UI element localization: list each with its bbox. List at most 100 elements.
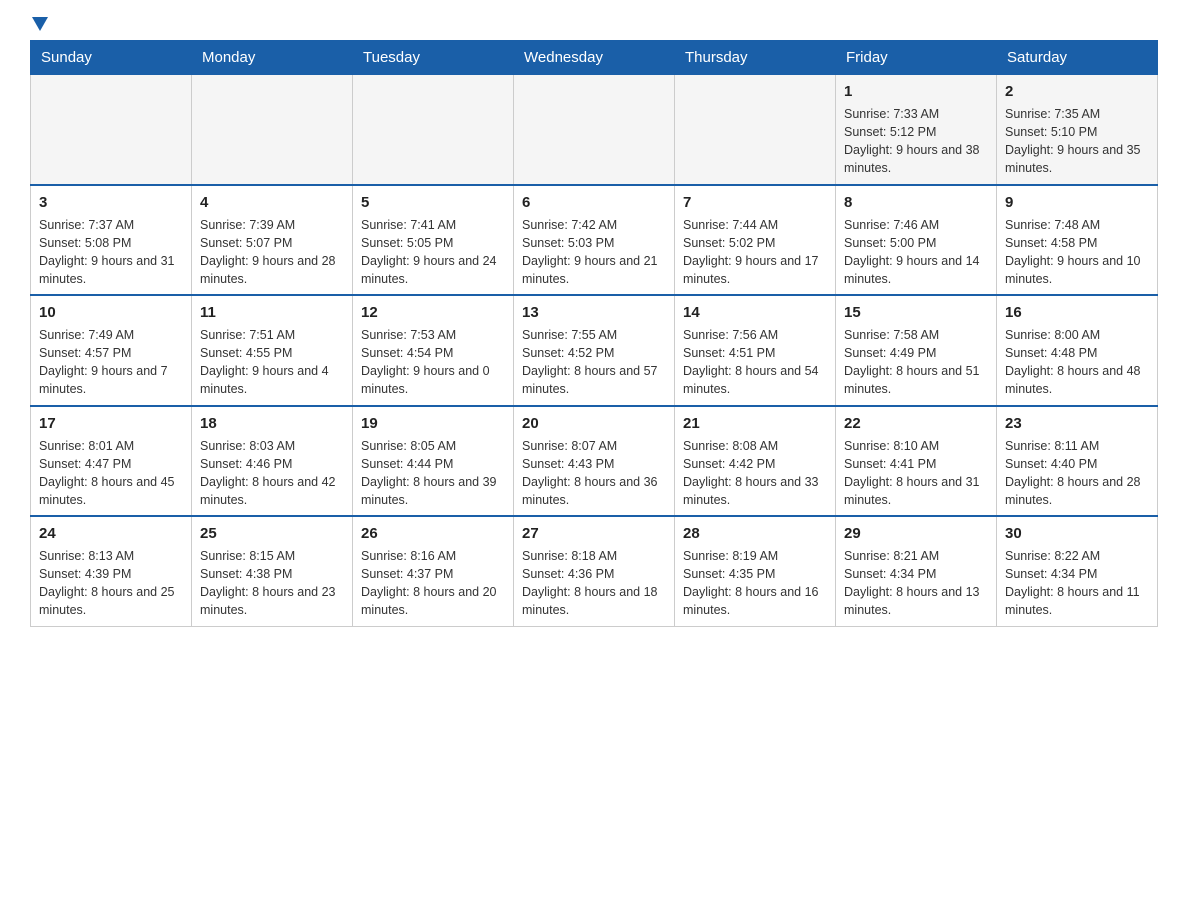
calendar-cell: 14 Sunrise: 7:56 AMSunset: 4:51 PMDayligh…	[675, 295, 836, 406]
calendar-cell: 28 Sunrise: 8:19 AMSunset: 4:35 PMDayligh…	[675, 516, 836, 626]
calendar-cell: 15 Sunrise: 7:58 AMSunset: 4:49 PMDayligh…	[836, 295, 997, 406]
calendar-cell: 1Sunrise: 7:33 AMSunset: 5:12 PMDaylight…	[836, 75, 997, 185]
weekday-header-sunday: Sunday	[31, 41, 192, 75]
calendar-cell: 29 Sunrise: 8:21 AMSunset: 4:34 PMDayligh…	[836, 516, 997, 626]
calendar-cell: 3 Sunrise: 7:37 AMSunset: 5:08 PMDaylight…	[31, 185, 192, 296]
page-header	[30, 20, 1158, 30]
day-number: 25	[200, 523, 344, 544]
day-info: Sunrise: 8:11 AMSunset: 4:40 PMDaylight:…	[1005, 437, 1149, 510]
day-number: 28	[683, 523, 827, 544]
logo	[30, 20, 48, 30]
calendar-week-row: 10 Sunrise: 7:49 AMSunset: 4:57 PMDayligh…	[31, 295, 1158, 406]
calendar-cell: 8 Sunrise: 7:46 AMSunset: 5:00 PMDaylight…	[836, 185, 997, 296]
day-number: 19	[361, 413, 505, 434]
calendar-cell: 6Sunrise: 7:42 AMSunset: 5:03 PMDaylight…	[514, 185, 675, 296]
day-info: Sunrise: 7:41 AMSunset: 5:05 PMDaylight:…	[361, 216, 505, 289]
day-number: 2	[1005, 81, 1149, 102]
day-number: 3	[39, 192, 183, 213]
day-info: Sunrise: 7:44 AMSunset: 5:02 PMDaylight:…	[683, 216, 827, 289]
day-number: 20	[522, 413, 666, 434]
day-info: Sunrise: 7:55 AMSunset: 4:52 PMDaylight:…	[522, 326, 666, 399]
day-number: 8	[844, 192, 988, 213]
day-number: 23	[1005, 413, 1149, 434]
day-info: Sunrise: 8:21 AMSunset: 4:34 PMDaylight:…	[844, 547, 988, 620]
day-info: Sunrise: 7:46 AMSunset: 5:00 PMDaylight:…	[844, 216, 988, 289]
day-number: 10	[39, 302, 183, 323]
day-info: Sunrise: 8:22 AMSunset: 4:34 PMDaylight:…	[1005, 547, 1149, 620]
logo-triangle-icon	[32, 17, 48, 31]
day-number: 17	[39, 413, 183, 434]
calendar-cell: 7 Sunrise: 7:44 AMSunset: 5:02 PMDaylight…	[675, 185, 836, 296]
day-info: Sunrise: 8:15 AMSunset: 4:38 PMDaylight:…	[200, 547, 344, 620]
day-info: Sunrise: 7:56 AMSunset: 4:51 PMDaylight:…	[683, 326, 827, 399]
calendar-cell: 12 Sunrise: 7:53 AMSunset: 4:54 PMDayligh…	[353, 295, 514, 406]
day-info: Sunrise: 7:48 AMSunset: 4:58 PMDaylight:…	[1005, 216, 1149, 289]
day-info: Sunrise: 8:05 AMSunset: 4:44 PMDaylight:…	[361, 437, 505, 510]
weekday-header-thursday: Thursday	[675, 41, 836, 75]
calendar-week-row: 17 Sunrise: 8:01 AMSunset: 4:47 PMDayligh…	[31, 406, 1158, 517]
calendar-cell	[31, 75, 192, 185]
day-number: 21	[683, 413, 827, 434]
day-info: Sunrise: 8:13 AMSunset: 4:39 PMDaylight:…	[39, 547, 183, 620]
day-number: 9	[1005, 192, 1149, 213]
weekday-header-row: SundayMondayTuesdayWednesdayThursdayFrid…	[31, 41, 1158, 75]
day-number: 7	[683, 192, 827, 213]
calendar-week-row: 24 Sunrise: 8:13 AMSunset: 4:39 PMDayligh…	[31, 516, 1158, 626]
calendar-cell: 5 Sunrise: 7:41 AMSunset: 5:05 PMDaylight…	[353, 185, 514, 296]
day-info: Sunrise: 8:16 AMSunset: 4:37 PMDaylight:…	[361, 547, 505, 620]
day-number: 30	[1005, 523, 1149, 544]
day-number: 16	[1005, 302, 1149, 323]
day-info: Sunrise: 7:51 AMSunset: 4:55 PMDaylight:…	[200, 326, 344, 399]
day-info: Sunrise: 8:03 AMSunset: 4:46 PMDaylight:…	[200, 437, 344, 510]
day-number: 27	[522, 523, 666, 544]
calendar-cell	[192, 75, 353, 185]
day-info: Sunrise: 8:08 AMSunset: 4:42 PMDaylight:…	[683, 437, 827, 510]
weekday-header-saturday: Saturday	[997, 41, 1158, 75]
calendar-cell: 22Sunrise: 8:10 AMSunset: 4:41 PMDayligh…	[836, 406, 997, 517]
calendar-cell: 16Sunrise: 8:00 AMSunset: 4:48 PMDayligh…	[997, 295, 1158, 406]
day-number: 12	[361, 302, 505, 323]
calendar-cell: 2 Sunrise: 7:35 AMSunset: 5:10 PMDaylight…	[997, 75, 1158, 185]
calendar-cell: 27 Sunrise: 8:18 AMSunset: 4:36 PMDayligh…	[514, 516, 675, 626]
day-info: Sunrise: 8:18 AMSunset: 4:36 PMDaylight:…	[522, 547, 666, 620]
calendar-cell: 9 Sunrise: 7:48 AMSunset: 4:58 PMDaylight…	[997, 185, 1158, 296]
day-info: Sunrise: 8:01 AMSunset: 4:47 PMDaylight:…	[39, 437, 183, 510]
calendar-cell: 11Sunrise: 7:51 AMSunset: 4:55 PMDayligh…	[192, 295, 353, 406]
day-number: 1	[844, 81, 988, 102]
calendar-cell: 18Sunrise: 8:03 AMSunset: 4:46 PMDayligh…	[192, 406, 353, 517]
day-number: 5	[361, 192, 505, 213]
day-info: Sunrise: 8:19 AMSunset: 4:35 PMDaylight:…	[683, 547, 827, 620]
day-info: Sunrise: 7:49 AMSunset: 4:57 PMDaylight:…	[39, 326, 183, 399]
day-number: 4	[200, 192, 344, 213]
calendar-cell: 30 Sunrise: 8:22 AMSunset: 4:34 PMDayligh…	[997, 516, 1158, 626]
day-number: 22	[844, 413, 988, 434]
calendar-cell: 23 Sunrise: 8:11 AMSunset: 4:40 PMDayligh…	[997, 406, 1158, 517]
calendar-week-row: 3 Sunrise: 7:37 AMSunset: 5:08 PMDaylight…	[31, 185, 1158, 296]
day-info: Sunrise: 7:37 AMSunset: 5:08 PMDaylight:…	[39, 216, 183, 289]
calendar-cell: 26 Sunrise: 8:16 AMSunset: 4:37 PMDayligh…	[353, 516, 514, 626]
day-info: Sunrise: 7:39 AMSunset: 5:07 PMDaylight:…	[200, 216, 344, 289]
day-number: 6	[522, 192, 666, 213]
day-number: 24	[39, 523, 183, 544]
calendar-cell: 19 Sunrise: 8:05 AMSunset: 4:44 PMDayligh…	[353, 406, 514, 517]
calendar-cell: 20 Sunrise: 8:07 AMSunset: 4:43 PMDayligh…	[514, 406, 675, 517]
calendar-cell: 24 Sunrise: 8:13 AMSunset: 4:39 PMDayligh…	[31, 516, 192, 626]
calendar-cell: 13Sunrise: 7:55 AMSunset: 4:52 PMDayligh…	[514, 295, 675, 406]
day-number: 26	[361, 523, 505, 544]
day-number: 15	[844, 302, 988, 323]
weekday-header-tuesday: Tuesday	[353, 41, 514, 75]
weekday-header-wednesday: Wednesday	[514, 41, 675, 75]
day-info: Sunrise: 7:53 AMSunset: 4:54 PMDaylight:…	[361, 326, 505, 399]
day-number: 29	[844, 523, 988, 544]
calendar-cell	[514, 75, 675, 185]
weekday-header-monday: Monday	[192, 41, 353, 75]
day-info: Sunrise: 7:58 AMSunset: 4:49 PMDaylight:…	[844, 326, 988, 399]
calendar-table: SundayMondayTuesdayWednesdayThursdayFrid…	[30, 40, 1158, 627]
day-number: 14	[683, 302, 827, 323]
day-info: Sunrise: 8:07 AMSunset: 4:43 PMDaylight:…	[522, 437, 666, 510]
day-info: Sunrise: 7:35 AMSunset: 5:10 PMDaylight:…	[1005, 105, 1149, 178]
calendar-cell: 10 Sunrise: 7:49 AMSunset: 4:57 PMDayligh…	[31, 295, 192, 406]
calendar-cell	[353, 75, 514, 185]
calendar-cell: 17 Sunrise: 8:01 AMSunset: 4:47 PMDayligh…	[31, 406, 192, 517]
calendar-week-row: 1Sunrise: 7:33 AMSunset: 5:12 PMDaylight…	[31, 75, 1158, 185]
